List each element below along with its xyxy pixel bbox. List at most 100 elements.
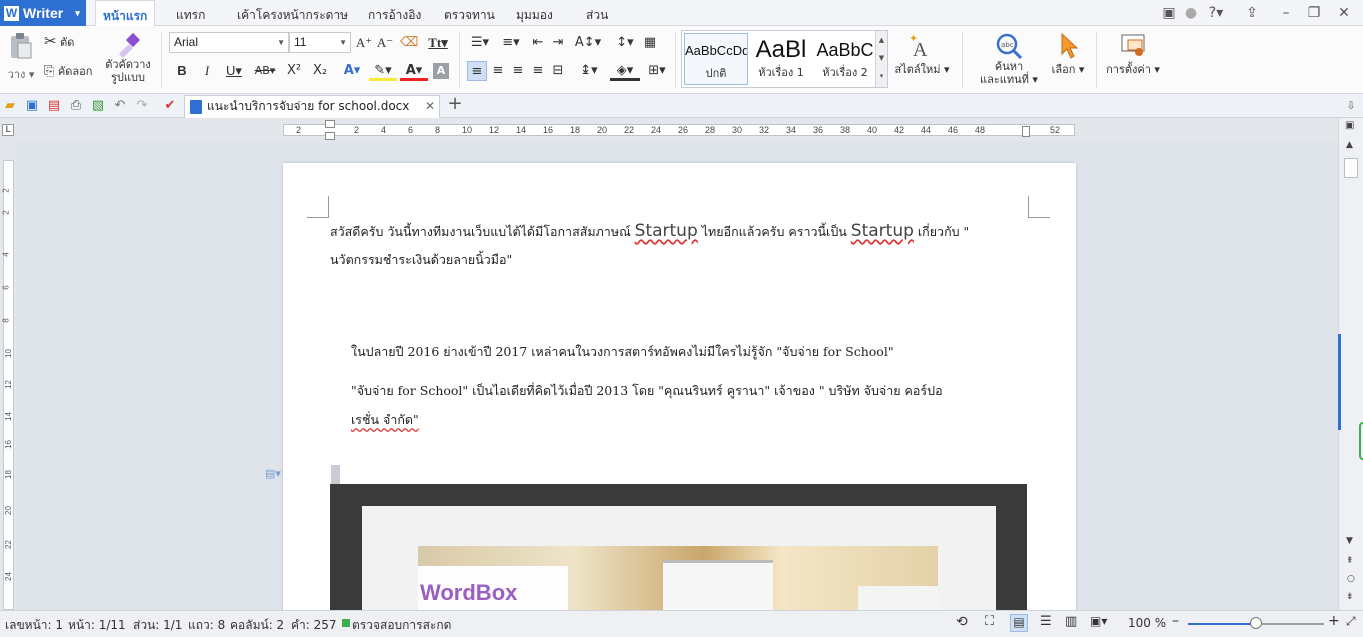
borders-button[interactable]: ⊞▾: [644, 61, 670, 81]
minimize-icon[interactable]: –: [1276, 3, 1296, 23]
tab-home[interactable]: หน้าแรก: [95, 0, 156, 27]
status-line[interactable]: แถว: 8: [188, 616, 225, 635]
right-indent-marker[interactable]: [1022, 126, 1030, 137]
scroll-down-icon[interactable]: ▼: [1346, 536, 1353, 546]
document-image[interactable]: WordBox: [330, 484, 1027, 626]
page-view-icon[interactable]: ▤: [1010, 614, 1028, 632]
tab-references[interactable]: การอ้างอิง: [368, 0, 421, 26]
font-name-select[interactable]: Arial ▼: [169, 32, 289, 53]
font-size-select[interactable]: 11 ▼: [289, 32, 351, 53]
tab-page-layout[interactable]: เค้าโครงหน้ากระดาษ: [237, 0, 348, 26]
split-icon[interactable]: ▣: [1345, 120, 1354, 131]
underline-button[interactable]: U▾: [221, 61, 247, 81]
italic-button[interactable]: I: [198, 61, 216, 81]
pdf-icon[interactable]: ▤: [46, 98, 62, 114]
status-zoom[interactable]: 100 %: [1128, 616, 1166, 630]
status-page-number[interactable]: เลขหน้า: 1: [5, 616, 63, 635]
style-heading-1[interactable]: AaBl หัวเรื่อง 1: [749, 33, 813, 85]
zoom-in-icon[interactable]: +: [1328, 613, 1340, 629]
left-indent-marker[interactable]: [325, 132, 335, 140]
format-painter-button[interactable]: ตัวคัดวาง รูปแบบ: [104, 32, 152, 84]
line-spacing-button[interactable]: ↨▾: [575, 61, 603, 81]
tab-stop-selector[interactable]: L: [2, 124, 14, 136]
align-left-button[interactable]: ≡: [467, 61, 487, 81]
find-replace-button[interactable]: abc ค้นหา และแทนที่ ▾: [976, 32, 1042, 86]
superscript-button[interactable]: X²: [284, 61, 304, 81]
help-icon[interactable]: ?▾: [1205, 3, 1227, 23]
clear-format-icon[interactable]: ⌫: [400, 33, 418, 53]
zoom-slider[interactable]: [1188, 617, 1324, 629]
undo-icon[interactable]: ↶: [112, 98, 128, 114]
tab-view[interactable]: มุมมอง: [516, 0, 553, 26]
new-style-button[interactable]: A ✦ สไตล์ใหม่ ▾: [892, 32, 952, 76]
status-section[interactable]: ส่วน: 1/1: [133, 616, 182, 635]
reading-view-icon[interactable]: ▣▾: [1090, 614, 1107, 628]
tab-list-icon[interactable]: ⇩: [1343, 98, 1359, 114]
open-icon[interactable]: ▰: [2, 98, 18, 114]
cut-button[interactable]: ✂ ตัด: [44, 32, 74, 51]
status-spellcheck[interactable]: ตรวจสอบการสะกด: [352, 616, 451, 635]
style-normal[interactable]: AaBbCcDd ปกติ: [684, 33, 748, 85]
web-view-icon[interactable]: ▥: [1065, 614, 1077, 629]
grow-font-button[interactable]: A⁺: [355, 33, 373, 53]
text-effect-button[interactable]: A▾: [338, 61, 366, 81]
select-button[interactable]: เลือก ▾: [1046, 32, 1090, 76]
skin-icon[interactable]: ▣: [1159, 3, 1179, 23]
paragraph-marker-icon[interactable]: ▤▾: [265, 467, 281, 480]
zoom-slider-knob[interactable]: [1250, 617, 1262, 629]
change-case-button[interactable]: A↕▾: [574, 33, 602, 53]
increase-indent-button[interactable]: ⇥: [549, 33, 567, 53]
save-icon[interactable]: ▣: [24, 98, 40, 114]
print-icon[interactable]: ⎙: [68, 98, 84, 114]
justify-button[interactable]: ≡: [529, 61, 547, 81]
bullets-button[interactable]: ☰▾: [466, 33, 494, 53]
shrink-font-button[interactable]: A⁻: [376, 33, 394, 53]
tab-section[interactable]: ส่วน: [586, 0, 608, 26]
tab-insert[interactable]: แทรก: [176, 0, 205, 26]
numbering-button[interactable]: ≡▾: [497, 33, 525, 53]
zoom-out-icon[interactable]: –: [1172, 613, 1179, 629]
decrease-indent-button[interactable]: ⇤: [529, 33, 547, 53]
next-page-icon[interactable]: ⇟: [1346, 592, 1354, 602]
bold-button[interactable]: B: [173, 61, 191, 81]
align-center-button[interactable]: ≡: [489, 61, 507, 81]
outline-view-icon[interactable]: ☰: [1040, 614, 1052, 629]
status-column[interactable]: คอลัมน์: 2: [230, 616, 284, 635]
pin-icon[interactable]: ✔: [162, 98, 178, 114]
distribute-button[interactable]: ⊟: [549, 61, 567, 81]
table-icon[interactable]: ▦: [641, 33, 659, 53]
close-icon[interactable]: ✕: [1334, 3, 1354, 23]
restore-ribbon-icon[interactable]: ⇪: [1242, 3, 1262, 23]
fullscreen-icon[interactable]: ⛶: [985, 614, 994, 629]
maximize-icon[interactable]: ❐: [1304, 3, 1324, 23]
strikethrough-button[interactable]: AB▾: [251, 61, 279, 81]
scroll-thumb[interactable]: [1344, 158, 1358, 178]
side-widget-tab[interactable]: [1359, 422, 1363, 460]
new-tab-icon[interactable]: +: [447, 95, 463, 113]
subscript-button[interactable]: X₂: [310, 61, 330, 81]
char-shading-button[interactable]: A: [433, 63, 449, 79]
close-tab-icon[interactable]: ✕: [425, 96, 435, 116]
copy-button[interactable]: ⎘ คัดลอก: [44, 62, 92, 80]
style-heading-2[interactable]: AaBbC หัวเรื่อง 2: [813, 33, 877, 85]
font-color-button[interactable]: A▾: [400, 61, 428, 81]
redo-icon[interactable]: ↷: [134, 98, 150, 114]
first-indent-marker[interactable]: [325, 120, 335, 128]
scroll-up-icon[interactable]: ▲: [1346, 140, 1353, 150]
app-menu-button[interactable]: W Writer ▾: [0, 0, 86, 26]
status-words[interactable]: คำ: 257: [291, 616, 337, 635]
side-panel-tab[interactable]: [1338, 334, 1341, 430]
shading-button[interactable]: ◈▾: [610, 61, 640, 81]
styles-scroll[interactable]: ▲ ▼ ▾: [875, 31, 887, 87]
status-page[interactable]: หน้า: 1/11: [68, 616, 126, 635]
previous-page-icon[interactable]: ⇞: [1346, 556, 1354, 566]
tab-review[interactable]: ตรวจทาน: [444, 0, 495, 26]
highlight-button[interactable]: ✎▾: [369, 61, 397, 81]
align-right-button[interactable]: ≡: [509, 61, 527, 81]
document-tab[interactable]: แนะนำบริการจับจ่าย for school.docx ✕: [184, 95, 440, 118]
user-icon[interactable]: ●: [1181, 3, 1201, 23]
paste-button[interactable]: วาง ▾: [4, 32, 38, 81]
fit-window-icon[interactable]: ⤢: [1346, 614, 1356, 629]
document-page[interactable]: สวัสดีครับ วันนี้ทางทีมงานเว็บแบไต้ได้มี…: [283, 163, 1076, 626]
history-icon[interactable]: ⟲: [956, 614, 968, 630]
